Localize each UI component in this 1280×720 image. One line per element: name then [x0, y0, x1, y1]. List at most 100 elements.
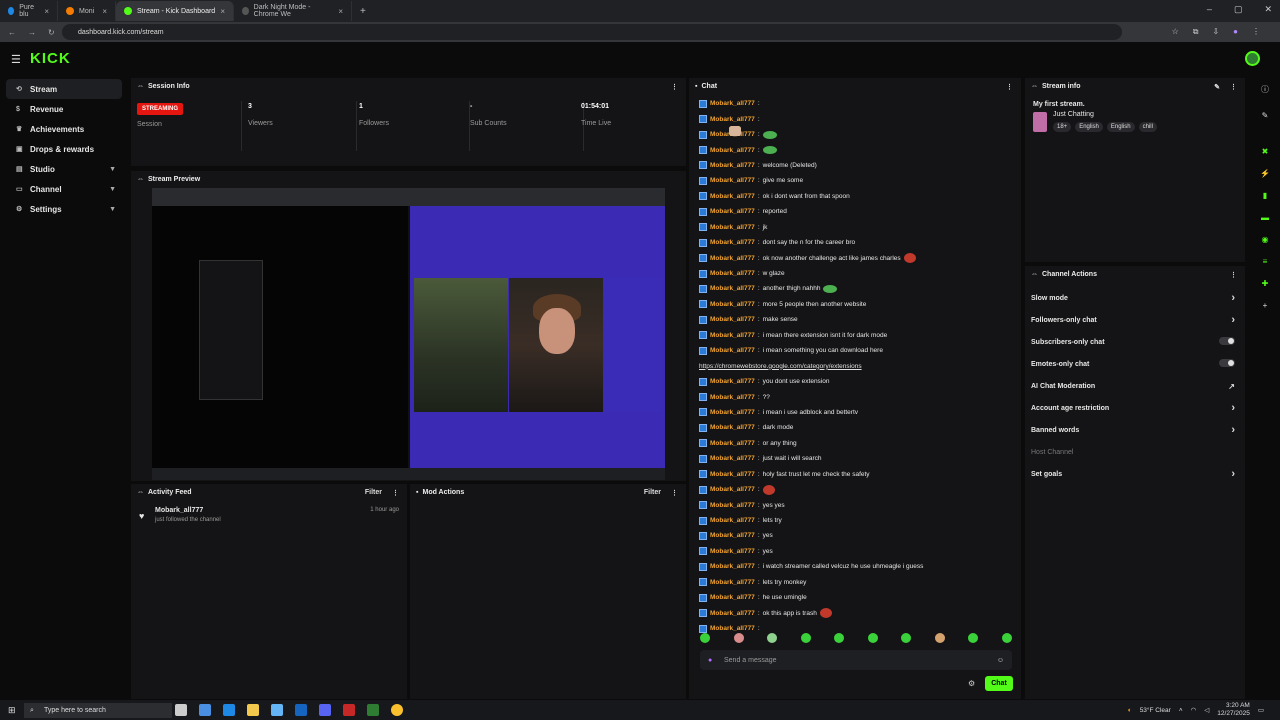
chevron-right-icon[interactable]: ›: [1231, 468, 1235, 480]
clock[interactable]: 3:20 AM 12/27/2025: [1217, 702, 1250, 718]
close-window-icon[interactable]: ✕: [1264, 4, 1272, 15]
plus-icon[interactable]: +: [1257, 297, 1273, 313]
chat-username[interactable]: Mobark_all777: [710, 285, 755, 292]
xbox-icon[interactable]: [367, 704, 379, 716]
weather-text[interactable]: 53°F Clear: [1140, 707, 1171, 714]
tag[interactable]: 18+: [1053, 122, 1072, 132]
profile-icon[interactable]: ●: [1233, 27, 1238, 37]
chat-icon[interactable]: ▬: [1257, 209, 1273, 225]
copilot-icon[interactable]: [199, 704, 211, 716]
minimize-icon[interactable]: –: [1207, 4, 1212, 15]
chevron-right-icon[interactable]: ›: [1231, 292, 1235, 304]
lightning-icon[interactable]: ⚡: [1257, 165, 1273, 181]
drag-handle-icon[interactable]: ⇔: [137, 176, 144, 183]
toggle-switch[interactable]: [1219, 337, 1235, 345]
emote-icon[interactable]: [834, 633, 845, 643]
chat-username[interactable]: Mobark_all777: [710, 316, 755, 323]
chat-username[interactable]: Mobark_all777: [710, 100, 755, 107]
channel-action-subscribers-only-chat[interactable]: Subscribers-only chat: [1025, 331, 1245, 353]
drag-handle-icon[interactable]: ⇔: [1031, 271, 1038, 278]
mic-icon[interactable]: ●: [708, 657, 712, 664]
external-link-icon[interactable]: ↗: [1228, 382, 1235, 391]
emote-icon[interactable]: [700, 633, 710, 643]
wrench-icon[interactable]: ✚: [1257, 275, 1273, 291]
windows-start-icon[interactable]: ⊞: [8, 705, 16, 716]
bookmark-star-icon[interactable]: ☆: [1172, 27, 1179, 37]
toggle-control[interactable]: [1219, 359, 1235, 369]
tag[interactable]: English: [1106, 122, 1135, 132]
sidebar-item-drops-rewards[interactable]: ▣ Drops & rewards: [6, 139, 122, 159]
menu-icon[interactable]: ⋮: [1252, 27, 1260, 37]
list-icon[interactable]: ≡: [1257, 253, 1273, 269]
clipboard-icon[interactable]: ▮: [1257, 187, 1273, 203]
emote-icon[interactable]: [1001, 633, 1012, 643]
broadcast-icon[interactable]: ◉: [1257, 231, 1273, 247]
more-options-icon[interactable]: ⋮: [1230, 83, 1237, 91]
address-bar[interactable]: dashboard.kick.com/stream: [62, 24, 1122, 40]
chevron-right-icon[interactable]: ›: [1231, 402, 1235, 414]
channel-action-account-age-restriction[interactable]: Account age restriction ›: [1025, 397, 1245, 419]
channel-action-set-goals[interactable]: Set goals ›: [1025, 463, 1245, 485]
volume-icon[interactable]: ◁: [1204, 706, 1209, 714]
chat-username[interactable]: Mobark_all777: [710, 378, 755, 385]
obs-icon[interactable]: [343, 704, 355, 716]
chat-username[interactable]: Mobark_all777: [710, 548, 755, 555]
drag-handle-icon[interactable]: ⇔: [1031, 83, 1038, 90]
tab-stream-kick-dashboard[interactable]: Stream - Kick Dashboard ×: [116, 1, 234, 21]
chrome-icon[interactable]: [391, 704, 403, 716]
channel-action-followers-only-chat[interactable]: Followers-only chat ›: [1025, 309, 1245, 331]
edge-icon[interactable]: [223, 704, 235, 716]
chat-username[interactable]: Mobark_all777: [710, 394, 755, 401]
chat-username[interactable]: Mobark_all777: [710, 440, 755, 447]
chat-username[interactable]: Mobark_all777: [710, 147, 755, 154]
emote-icon[interactable]: [968, 633, 979, 643]
chat-username[interactable]: Mobark_all777: [710, 208, 755, 215]
emote-icon[interactable]: [800, 633, 811, 643]
emoji-picker-icon[interactable]: ☺: [997, 657, 1004, 664]
category-name[interactable]: Just Chatting: [1053, 111, 1094, 118]
more-options-icon[interactable]: ⋮: [1230, 271, 1237, 279]
more-options-icon[interactable]: ⋮: [671, 489, 678, 497]
chat-username[interactable]: Mobark_all777: [710, 224, 755, 231]
edit-pencil-icon[interactable]: ✎: [1214, 83, 1220, 91]
chat-username[interactable]: Mobark_all777: [710, 255, 755, 262]
chat-username[interactable]: Mobark_all777: [710, 532, 755, 539]
more-options-icon[interactable]: ⋮: [392, 489, 399, 497]
chat-username[interactable]: Mobark_all777: [710, 239, 755, 246]
back-icon[interactable]: ←: [8, 28, 16, 37]
sidebar-item-studio[interactable]: ▤ Studio ▼: [6, 159, 122, 179]
drag-handle-icon[interactable]: ⇔: [137, 83, 144, 90]
stream-preview-video[interactable]: [152, 188, 665, 480]
chat-username[interactable]: Mobark_all777: [710, 177, 755, 184]
reload-icon[interactable]: ↻: [48, 28, 55, 37]
taskbar-search-input[interactable]: ⌕ Type here to search: [24, 703, 172, 718]
download-icon[interactable]: ⇩: [1212, 27, 1219, 37]
kick-logo[interactable]: KICK: [30, 50, 71, 67]
chat-username[interactable]: Mobark_all777: [710, 347, 755, 354]
tag[interactable]: chill: [1138, 122, 1157, 132]
chat-username[interactable]: Mobark_all777: [710, 563, 755, 570]
activity-username[interactable]: Mobark_all777: [155, 507, 203, 514]
mail-icon[interactable]: [295, 704, 307, 716]
chat-username[interactable]: Mobark_all777: [710, 332, 755, 339]
chat-username[interactable]: Mobark_all777: [710, 409, 755, 416]
store-icon[interactable]: [271, 704, 283, 716]
file-explorer-icon[interactable]: [247, 704, 259, 716]
chat-input[interactable]: ● Send a message ☺: [700, 650, 1012, 670]
channel-action-banned-words[interactable]: Banned words ›: [1025, 419, 1245, 441]
sidebar-item-stream[interactable]: ⟲ Stream: [6, 79, 122, 99]
chat-message-list[interactable]: Mobark_all777:Mobark_all777:Mobark_all77…: [699, 96, 1009, 636]
chat-username[interactable]: Mobark_all777: [710, 517, 755, 524]
toggle-control[interactable]: [1219, 337, 1235, 347]
info-icon[interactable]: ⓘ: [1257, 81, 1273, 97]
chat-username[interactable]: Mobark_all777: [710, 471, 755, 478]
chat-username[interactable]: Mobark_all777: [710, 486, 755, 493]
close-icon[interactable]: ×: [102, 7, 107, 16]
emote-icon[interactable]: [733, 633, 744, 643]
close-icon[interactable]: ×: [220, 7, 225, 16]
chat-username[interactable]: Mobark_all777: [710, 116, 755, 123]
emote-icon[interactable]: [867, 633, 878, 643]
chat-username[interactable]: Mobark_all777: [710, 270, 755, 277]
chat-username[interactable]: Mobark_all777: [710, 625, 755, 632]
more-options-icon[interactable]: ⋮: [1006, 83, 1013, 91]
